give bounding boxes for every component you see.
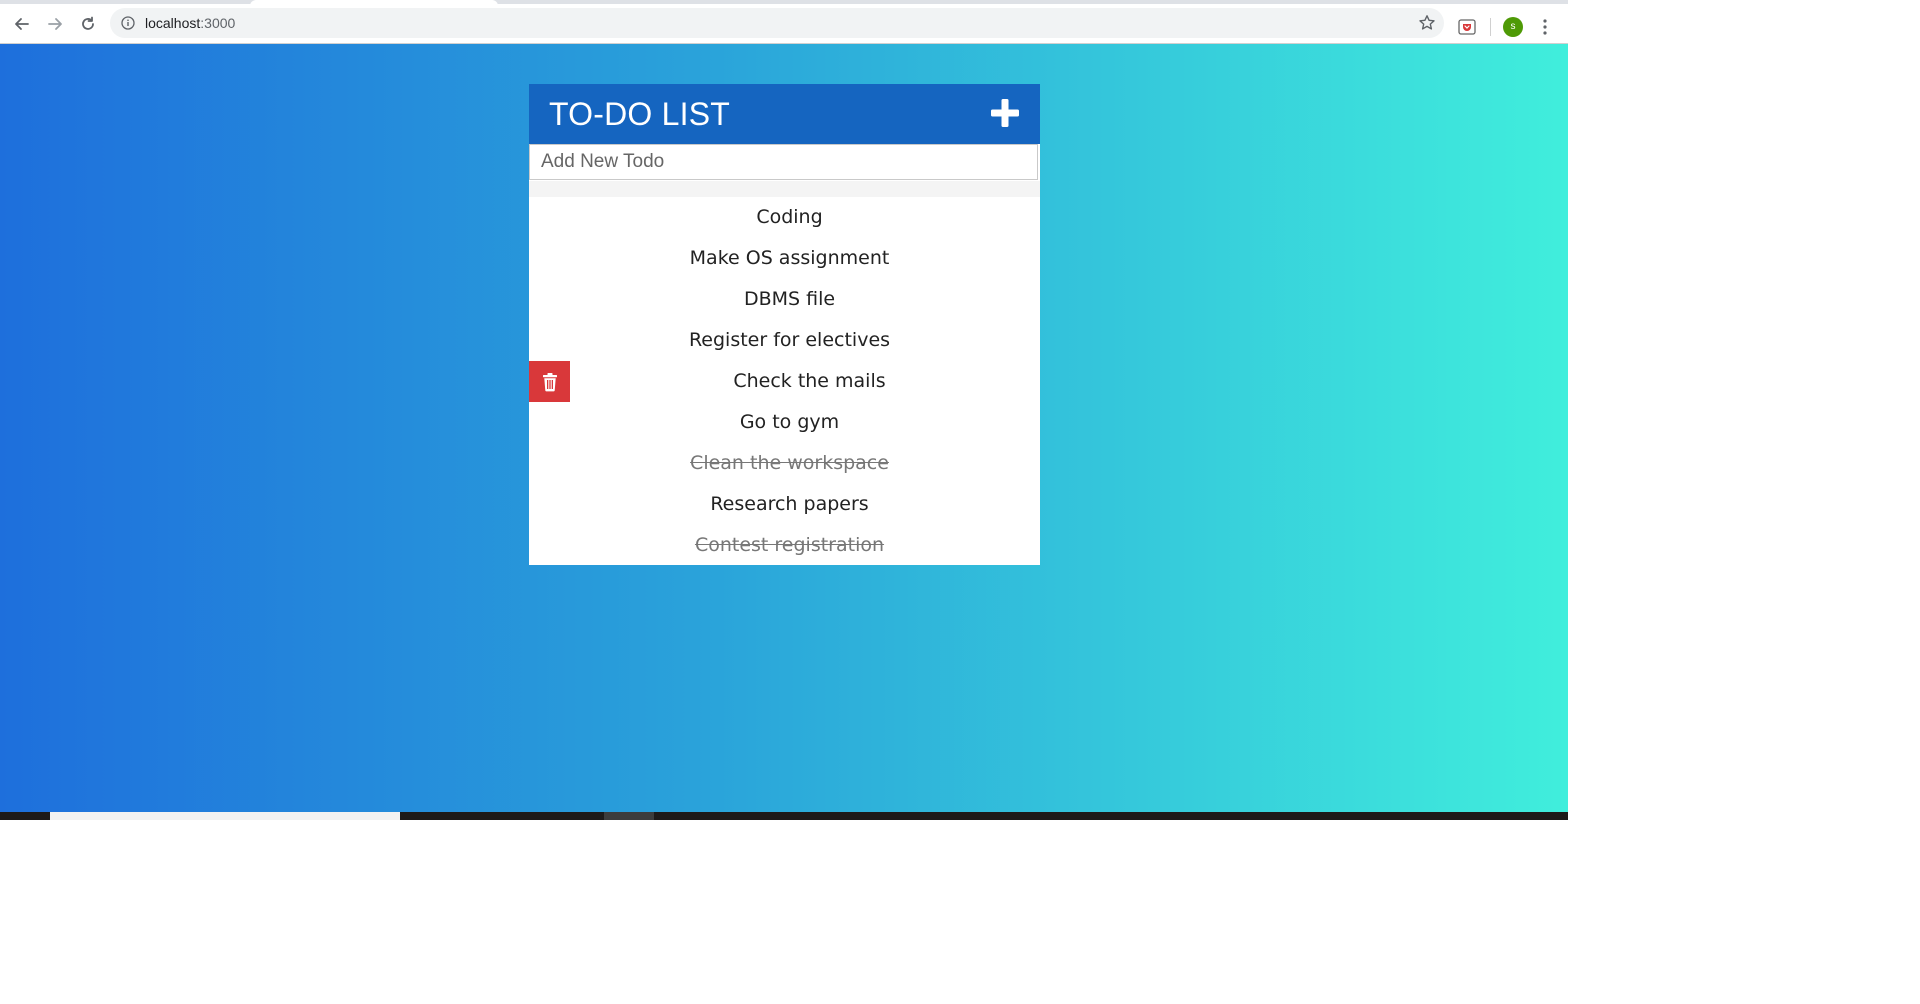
back-button[interactable] bbox=[10, 14, 34, 34]
todo-text: Clean the workspace bbox=[690, 452, 889, 474]
plus-icon[interactable] bbox=[988, 96, 1022, 130]
address-bar[interactable]: localhost:3000 bbox=[110, 8, 1444, 38]
todo-text: Go to gym bbox=[739, 411, 840, 433]
reload-icon bbox=[82, 16, 94, 30]
todo-item[interactable]: Go to gym bbox=[529, 402, 1040, 443]
todo-item[interactable]: Contest registration bbox=[529, 525, 1040, 566]
todo-card: TO-DO LIST Coding Make OS assignment DBMS … bbox=[529, 84, 1040, 565]
todo-text: Make OS assignment bbox=[689, 247, 890, 269]
delete-button[interactable] bbox=[529, 361, 570, 402]
todo-text: Research papers bbox=[710, 493, 869, 515]
todo-item[interactable]: Research papers bbox=[529, 484, 1040, 525]
todo-item[interactable]: Check the mails bbox=[529, 361, 1040, 402]
todo-text: Check the mails bbox=[733, 370, 886, 392]
new-todo-input[interactable] bbox=[529, 144, 1038, 180]
todo-list: Coding Make OS assignment DBMS file Registe… bbox=[529, 197, 1040, 566]
input-divider bbox=[529, 181, 1040, 197]
info-icon[interactable] bbox=[121, 16, 135, 30]
url-text: localhost:3000 bbox=[145, 13, 235, 33]
todo-item[interactable]: Clean the workspace bbox=[529, 443, 1040, 484]
profile-avatar[interactable]: s bbox=[1503, 17, 1523, 37]
card-header: TO-DO LIST bbox=[529, 84, 1040, 144]
toolbar-separator bbox=[1490, 18, 1491, 36]
arrow-right-icon bbox=[48, 18, 62, 30]
os-taskbar bbox=[0, 812, 1568, 820]
page-title: TO-DO LIST bbox=[549, 96, 730, 132]
todo-item[interactable]: DBMS file bbox=[529, 279, 1040, 320]
pocket-extension-icon[interactable] bbox=[1458, 18, 1476, 36]
todo-item[interactable]: Make OS assignment bbox=[529, 238, 1040, 279]
url-port: :3000 bbox=[200, 15, 236, 31]
kebab-menu-icon[interactable] bbox=[1538, 18, 1552, 36]
taskbar-search[interactable] bbox=[50, 812, 400, 820]
reload-button[interactable] bbox=[76, 14, 100, 34]
url-host: localhost bbox=[145, 15, 201, 31]
todo-text: Coding bbox=[756, 206, 823, 228]
browser-toolbar: localhost:3000 s bbox=[0, 4, 1568, 44]
todo-text: Contest registration bbox=[694, 534, 885, 556]
trash-icon bbox=[542, 372, 557, 391]
todo-text: DBMS file bbox=[743, 288, 836, 310]
page: localhost:3000 s TO-DO LIST Add New Todo… bbox=[0, 0, 1568, 820]
forward-button[interactable] bbox=[43, 14, 67, 34]
arrow-left-icon bbox=[15, 18, 29, 30]
todo-text: Register for electives bbox=[688, 329, 891, 351]
bookmark-star-icon[interactable] bbox=[1418, 14, 1436, 32]
todo-item[interactable]: Register for electives bbox=[529, 320, 1040, 361]
taskbar-app[interactable] bbox=[604, 812, 654, 820]
todo-item[interactable]: Coding bbox=[529, 197, 1040, 238]
